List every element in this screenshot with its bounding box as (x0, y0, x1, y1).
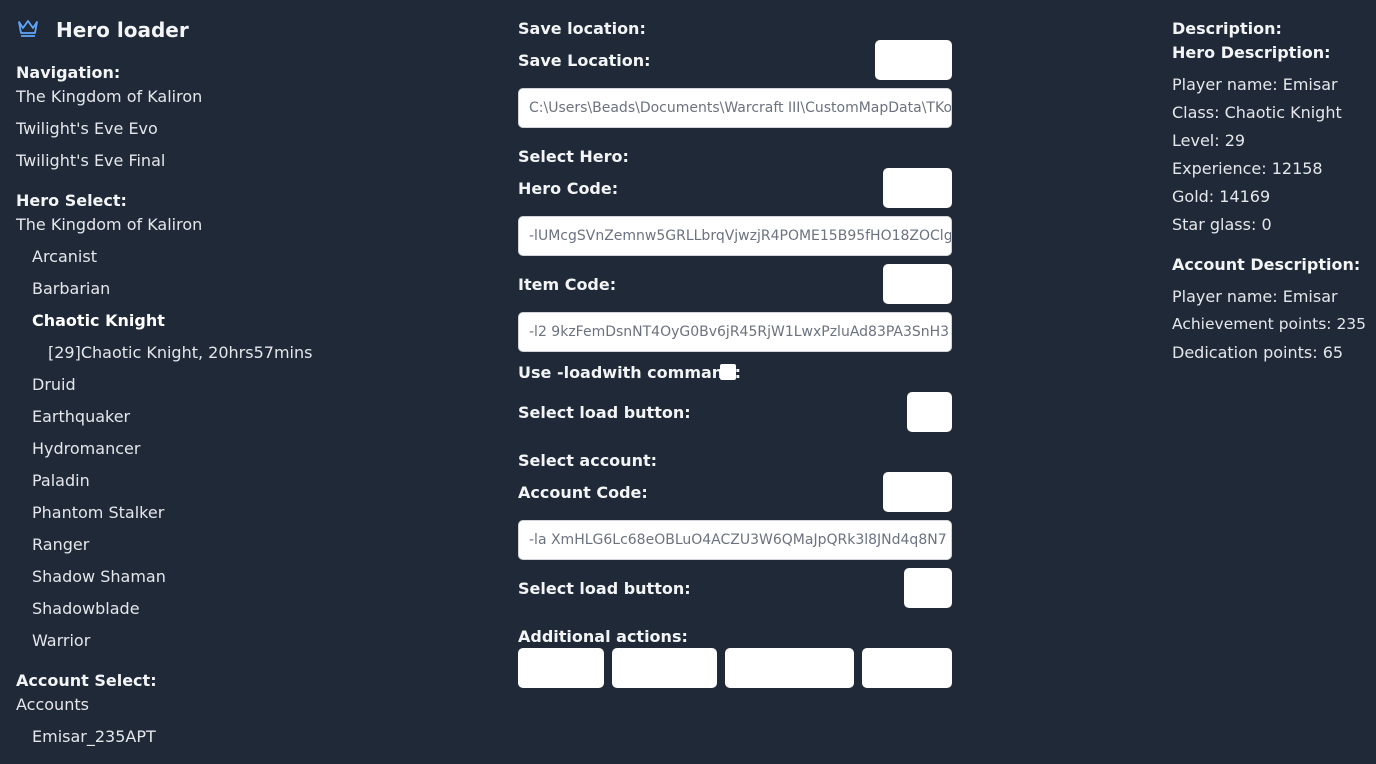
app-title: Hero loader (56, 18, 189, 42)
action-button-2[interactable] (612, 648, 717, 688)
select-account-heading: Select account: (518, 451, 657, 470)
hero-star-glass: Star glass: 0 (1172, 215, 1272, 234)
account-select-heading: Account Select: (16, 671, 157, 690)
copy-hero-code-button[interactable] (883, 168, 952, 208)
select-load-button-label-account: Select load button: (518, 579, 691, 598)
hero-class: Class: Chaotic Knight (1172, 103, 1342, 122)
description-heading: Description: (1172, 19, 1282, 38)
hero-experience: Experience: 12158 (1172, 159, 1323, 178)
action-button-1[interactable] (518, 648, 604, 688)
navigation-heading: Navigation: (16, 63, 121, 82)
select-load-button-label-hero: Select load button: (518, 403, 691, 422)
account-achievement-points: Achievement points: 235 (1172, 315, 1367, 333)
browse-save-location-button[interactable] (875, 40, 952, 80)
save-location-heading: Save location: (518, 19, 646, 38)
class-item-earthquaker[interactable]: Earthquaker (32, 407, 130, 426)
class-item-shadow-shaman[interactable]: Shadow Shaman (32, 567, 166, 586)
account-code-input[interactable]: -la XmHLG6Lc68eOBLuO4ACZU3W6QMaJpQRk3l8J… (518, 520, 952, 560)
class-item-druid[interactable]: Druid (32, 375, 76, 394)
action-button-4[interactable] (862, 648, 952, 688)
hero-select-game[interactable]: The Kingdom of Kaliron (16, 215, 202, 234)
item-code-input[interactable]: -l2 9kzFemDsnNT4OyG0Bv6jR45RjW1LwxPzluAd… (518, 312, 952, 352)
class-item-paladin[interactable]: Paladin (32, 471, 90, 490)
nav-item-twilights-eve-final[interactable]: Twilight's Eve Final (16, 151, 165, 170)
class-item-warrior[interactable]: Warrior (32, 631, 90, 650)
additional-actions-heading: Additional actions: (518, 627, 688, 646)
copy-account-code-button[interactable] (883, 472, 952, 512)
save-location-input[interactable]: C:\Users\Beads\Documents\Warcraft III\Cu… (518, 88, 952, 128)
account-code-label: Account Code: (518, 483, 648, 502)
crown-icon (16, 16, 40, 40)
class-item-arcanist[interactable]: Arcanist (32, 247, 97, 266)
account-item-emisar[interactable]: Emisar_235APT (32, 727, 156, 746)
load-account-button[interactable] (904, 568, 952, 608)
class-item-hydromancer[interactable]: Hydromancer (32, 439, 140, 458)
select-hero-heading: Select Hero: (518, 147, 629, 166)
class-item-shadowblade[interactable]: Shadowblade (32, 599, 140, 618)
hero-description-heading: Hero Description: (1172, 43, 1331, 62)
save-location-label: Save Location: (518, 51, 651, 70)
loadwith-label: Use -loadwith command: (518, 363, 742, 382)
hero-select-heading: Hero Select: (16, 191, 127, 210)
class-item-phantom-stalker[interactable]: Phantom Stalker (32, 503, 164, 522)
hero-code-label: Hero Code: (518, 179, 619, 198)
nav-item-twilights-eve-evo[interactable]: Twilight's Eve Evo (16, 119, 158, 138)
hero-gold: Gold: 14169 (1172, 187, 1271, 206)
action-button-3[interactable] (725, 648, 854, 688)
hero-code-input[interactable]: -lUMcgSVnZemnw5GRLLbrqVjwzjR4POME15B95fH… (518, 216, 952, 256)
account-player-name: Player name: Emisar (1172, 287, 1338, 306)
hero-save-item[interactable]: [29]Chaotic Knight, 20hrs57mins (48, 343, 312, 362)
hero-level: Level: 29 (1172, 131, 1246, 150)
class-item-ranger[interactable]: Ranger (32, 535, 89, 554)
class-item-barbarian[interactable]: Barbarian (32, 279, 110, 298)
class-item-chaotic-knight[interactable]: Chaotic Knight (32, 311, 165, 330)
load-hero-button[interactable] (907, 392, 952, 432)
loadwith-checkbox[interactable] (720, 364, 736, 380)
item-code-label: Item Code: (518, 275, 617, 294)
account-dedication-points: Dedication points: 65 (1172, 343, 1344, 362)
hero-player-name: Player name: Emisar (1172, 75, 1338, 94)
copy-item-code-button[interactable] (883, 264, 952, 304)
accounts-group[interactable]: Accounts (16, 695, 89, 714)
nav-item-kaliron[interactable]: The Kingdom of Kaliron (16, 87, 202, 106)
account-description-heading: Account Description: (1172, 255, 1361, 274)
